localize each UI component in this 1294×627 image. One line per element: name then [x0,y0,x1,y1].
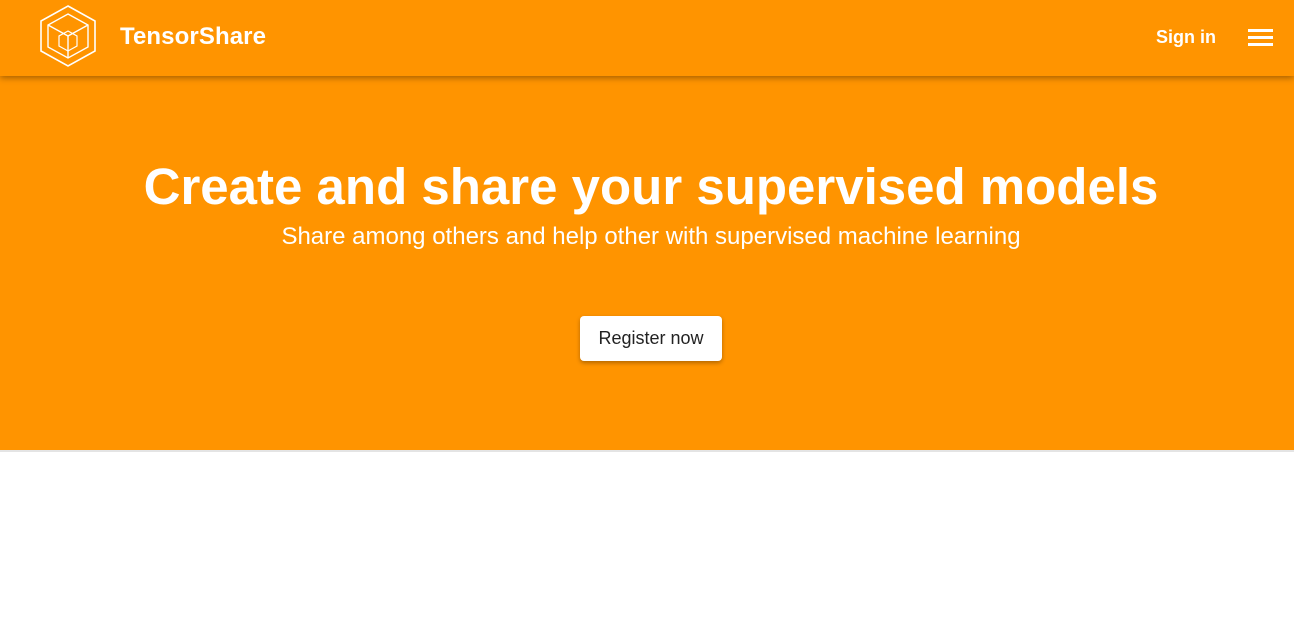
top-navbar: TensorShare Sign in [0,0,1294,76]
hero-title: Create and share your supervised models [143,158,1159,215]
hero-subtitle: Share among others and help other with s… [281,223,1021,250]
brand-name[interactable]: TensorShare [120,23,266,51]
hexagon-cube-logo-icon[interactable] [39,5,97,67]
sign-in-link[interactable]: Sign in [1156,26,1216,48]
register-now-button[interactable]: Register now [580,316,722,361]
hamburger-menu-icon[interactable] [1248,27,1273,47]
hero-section: Create and share your supervised models … [0,76,1294,452]
